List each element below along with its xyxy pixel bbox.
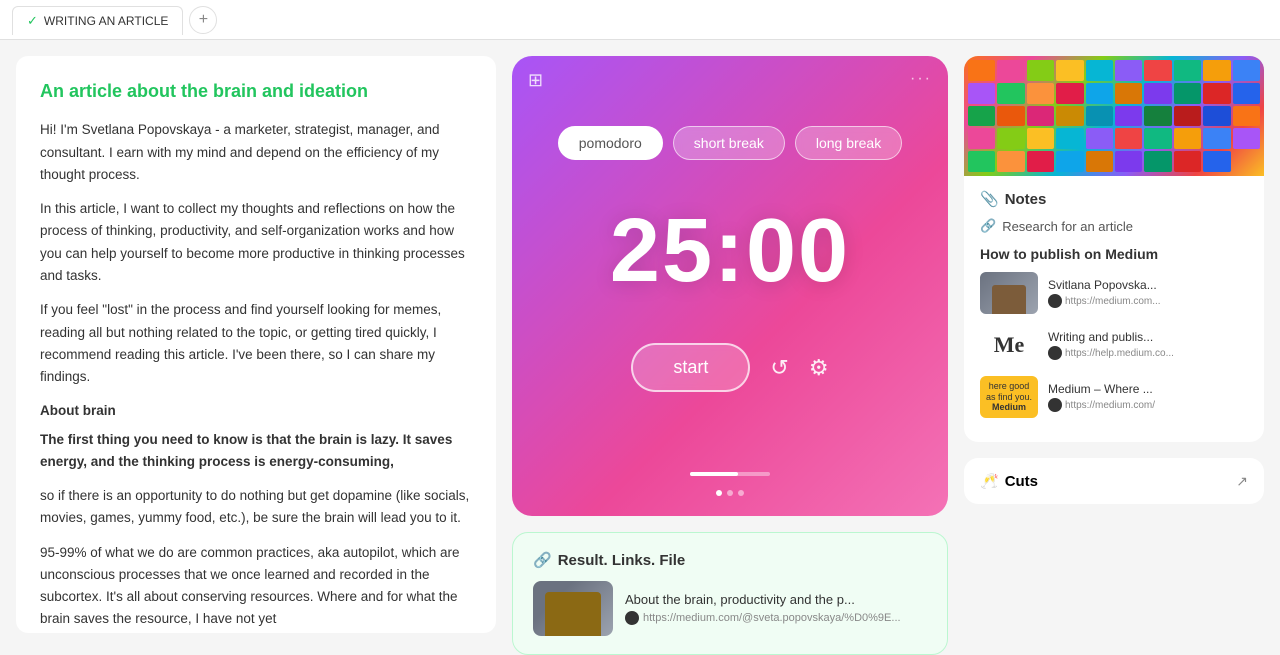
notes-card-1[interactable]: Svitlana Popovska... https://medium.com.… [980,272,1248,314]
article-para-4: The first thing you need to know is that… [40,429,472,474]
notes-card-2[interactable]: Me Writing and publis... https://help.me… [980,324,1248,366]
active-tab[interactable]: ✓ WRITING AN ARTICLE [12,6,183,35]
notes-widget: 📎 Notes 🔗 Research for an article How to… [964,56,1264,442]
result-card-title: About the brain, productivity and the p.… [625,592,901,607]
notes-link-label: Research for an article [1002,219,1133,234]
notes-link[interactable]: 🔗 Research for an article [980,218,1248,234]
page-dot-2 [727,490,733,496]
result-header-label: Result. Links. File [558,552,686,569]
pomodoro-tabs: pomodoro short break long break [558,126,902,160]
pomo-tab-pomodoro[interactable]: pomodoro [558,126,663,160]
pomodoro-menu-dots[interactable]: ··· [910,70,932,88]
tab-bar: ✓ WRITING AN ARTICLE + [0,0,1280,40]
notes-card-title-2: Writing and publis... [1048,330,1174,344]
notes-section-title: How to publish on Medium [980,246,1248,262]
main-layout: An article about the brain and ideation … [0,40,1280,649]
article-para-2: In this article, I want to collect my th… [40,198,472,287]
article-para-3: If you feel "lost" in the process and fi… [40,299,472,388]
start-button[interactable]: start [631,343,750,392]
result-icon: 🔗 [533,551,552,569]
check-icon: ✓ [27,13,38,29]
notes-card-title-1: Svitlana Popovska... [1048,278,1161,292]
article-bold-text: The first thing you need to know is that… [40,432,452,469]
notes-card-thumb-2: Me [980,324,1038,366]
notes-card-text-2: Writing and publis... https://help.mediu… [1048,330,1174,360]
sticky-notes-mosaic [964,56,1264,176]
medium-icon-1 [1048,294,1062,308]
article-section-heading: About brain [40,400,472,422]
notes-label: Notes [1005,191,1047,208]
pomo-tab-long-break[interactable]: long break [795,126,902,160]
cuts-expand-icon[interactable]: ↗ [1236,473,1248,490]
timer-controls: start ↺ ⚙ [631,343,828,392]
notes-card-text-1: Svitlana Popovska... https://medium.com.… [1048,278,1161,308]
result-thumbnail [533,581,613,636]
notes-card-link-3: https://medium.com/ [1048,398,1155,412]
result-card-content: About the brain, productivity and the p.… [625,592,901,625]
right-panel: 📎 Notes 🔗 Research for an article How to… [964,56,1264,633]
result-panel: 🔗 Result. Links. File About the brain, p… [512,532,948,655]
pomo-tab-short-break[interactable]: short break [673,126,785,160]
medium-icon-2 [1048,346,1062,360]
progress-bar-fill [690,472,738,476]
medium-icon-3 [1048,398,1062,412]
notes-body: 📎 Notes 🔗 Research for an article How to… [964,176,1264,442]
result-thumb-image [533,581,613,636]
result-card-link[interactable]: https://medium.com/@sveta.popovskaya/%D0… [625,611,901,625]
page-dot-3 [738,490,744,496]
add-tab-button[interactable]: + [189,6,217,34]
result-card: About the brain, productivity and the p.… [533,581,927,636]
center-panel: ··· ⊞ pomodoro short break long break 25… [512,56,948,633]
reset-icon[interactable]: ↺ [770,355,788,381]
pomodoro-widget: ··· ⊞ pomodoro short break long break 25… [512,56,948,516]
result-header: 🔗 Result. Links. File [533,551,927,569]
progress-bar [690,472,770,476]
notes-image [964,56,1264,176]
notes-card-thumb-1 [980,272,1038,314]
notes-title: 📎 Notes [980,190,1248,208]
notes-card-link-1: https://medium.com... [1048,294,1161,308]
article-para-5: so if there is an opportunity to do noth… [40,485,472,530]
notes-icon: 📎 [980,190,999,208]
notes-card-text-3: Medium – Where ... https://medium.com/ [1048,382,1155,412]
article-body: Hi! I'm Svetlana Popovskaya - a marketer… [40,119,472,630]
progress-area [716,490,744,496]
timer-display: 25:00 [610,200,850,303]
tab-label: WRITING AN ARTICLE [44,14,168,28]
page-dots [716,490,744,496]
cuts-widget: 🥂 Cuts ↗ [964,458,1264,504]
notes-link-icon: 🔗 [980,218,996,234]
cuts-icon: 🥂 [980,472,999,490]
notes-card-link-2: https://help.medium.co... [1048,346,1174,360]
notes-card-thumb-3: here goodas find you.Medium [980,376,1038,418]
article-panel: An article about the brain and ideation … [16,56,496,633]
pomodoro-grid-icon[interactable]: ⊞ [528,70,543,91]
cuts-label: Cuts [1005,473,1038,490]
page-dot-1 [716,490,722,496]
notes-card-title-3: Medium – Where ... [1048,382,1155,396]
notes-card-3[interactable]: here goodas find you.Medium Medium – Whe… [980,376,1248,418]
medium-icon [625,611,639,625]
cuts-title: 🥂 Cuts [980,472,1038,490]
settings-icon[interactable]: ⚙ [809,355,829,381]
article-para-1: Hi! I'm Svetlana Popovskaya - a marketer… [40,119,472,186]
article-para-6: 95-99% of what we do are common practice… [40,542,472,631]
article-title: An article about the brain and ideation [40,80,472,103]
